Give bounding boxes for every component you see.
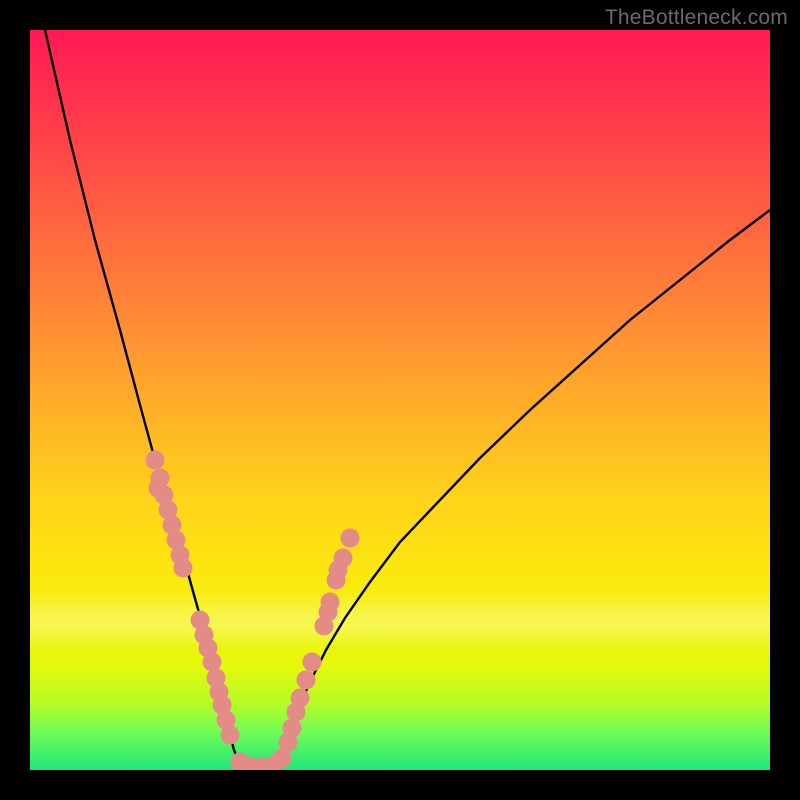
data-dot — [297, 671, 316, 690]
curve-right-branch — [284, 210, 770, 755]
data-dot — [146, 451, 165, 470]
watermark-text: TheBottleneck.com — [605, 6, 788, 30]
chart-frame — [30, 30, 770, 770]
chart-svg — [30, 30, 770, 770]
data-dot — [319, 603, 338, 622]
dot-layer — [146, 451, 360, 771]
data-dot — [221, 726, 240, 745]
data-dot — [203, 653, 222, 672]
data-dot — [341, 529, 360, 548]
data-dot — [329, 561, 348, 580]
data-dot — [149, 479, 168, 498]
data-dot — [174, 559, 193, 578]
data-dot — [283, 719, 302, 738]
data-dot — [303, 653, 322, 672]
data-dot — [291, 689, 310, 708]
